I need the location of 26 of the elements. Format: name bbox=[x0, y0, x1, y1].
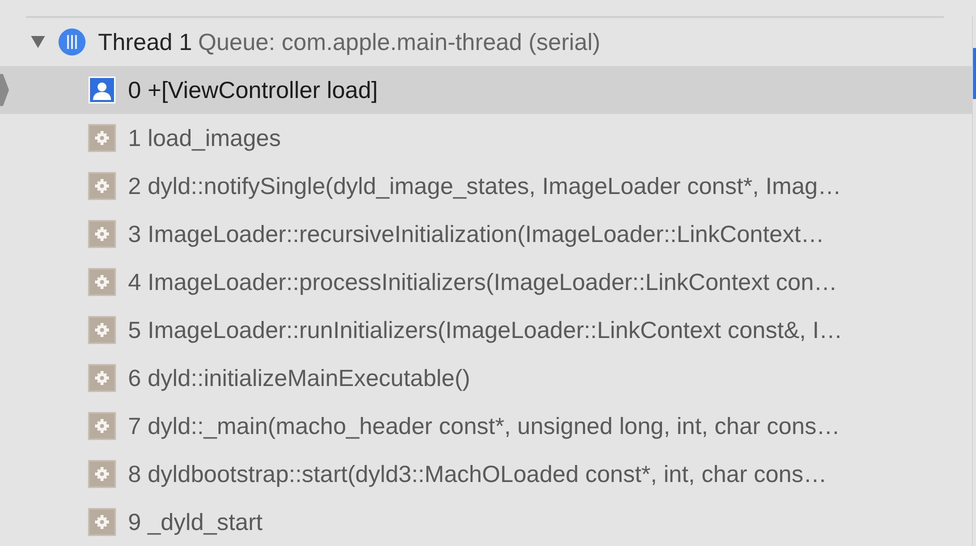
gear-icon bbox=[88, 316, 116, 344]
current-frame-marker-icon bbox=[0, 74, 9, 106]
stack-frame-row[interactable]: 9 _dyld_start bbox=[0, 498, 972, 546]
stack-frame-row[interactable]: 6 dyld::initializeMainExecutable() bbox=[0, 354, 972, 402]
gear-icon bbox=[88, 124, 116, 152]
thread-name: Thread 1 bbox=[98, 28, 192, 56]
stack-frame-row[interactable]: 1 load_images bbox=[0, 114, 972, 162]
stack-frame-row[interactable]: 0 +[ViewController load] bbox=[0, 66, 972, 114]
gear-icon bbox=[88, 172, 116, 200]
gear-icon bbox=[88, 460, 116, 488]
gear-icon bbox=[88, 508, 116, 536]
scroll-bar[interactable] bbox=[973, 48, 976, 99]
stack-frame-row[interactable]: 7 dyld::_main(macho_header const*, unsigned long, int, char cons… bbox=[0, 402, 972, 450]
gear-icon bbox=[88, 412, 116, 440]
stack-frame-row[interactable]: 3 ImageLoader::recursiveInitialization(ImageLoader::LinkContext… bbox=[0, 210, 972, 258]
stack-frame-row[interactable]: 4 ImageLoader::processInitializers(ImageLoader::LinkContext con… bbox=[0, 258, 972, 306]
stack-frame-row[interactable]: 5 ImageLoader::runInitializers(ImageLoader::LinkContext const&, I… bbox=[0, 306, 972, 354]
gear-icon bbox=[88, 220, 116, 248]
stack-frame-row[interactable]: 8 dyldbootstrap::start(dyld3::MachOLoaded const*, int, char cons… bbox=[0, 450, 972, 498]
gear-icon bbox=[88, 268, 116, 296]
queue-label: Queue: com.apple.main-thread (serial) bbox=[198, 28, 600, 56]
person-icon bbox=[88, 76, 116, 104]
thread-icon bbox=[58, 28, 86, 56]
disclosure-triangle-icon[interactable] bbox=[30, 35, 46, 49]
stack-frame-row[interactable]: 2 dyld::notifySingle(dyld_image_states, ImageLoader const*, Imag… bbox=[0, 162, 972, 210]
gear-icon bbox=[88, 364, 116, 392]
